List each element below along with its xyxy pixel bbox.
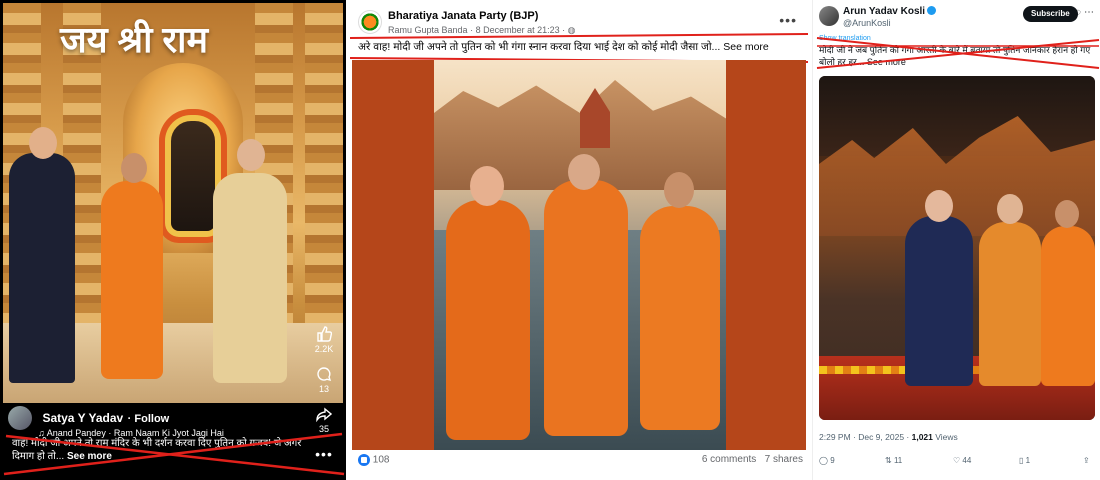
comments-link[interactable]: 6 comments — [702, 454, 756, 465]
views-count: 1,021 — [911, 432, 933, 442]
share-count: 35 — [318, 424, 329, 434]
globe-icon: · ◍ — [562, 25, 576, 35]
bookmark-icon: ▯ — [1019, 456, 1026, 465]
figure-dark-suit — [9, 153, 75, 383]
post-image[interactable] — [819, 76, 1095, 420]
facebook-post-panel: Bharatiya Janata Party (BJP) Ramu Gupta … — [348, 0, 810, 480]
grok-icon[interactable]: ◌ — [1075, 7, 1084, 18]
idol — [171, 121, 215, 231]
see-more-link[interactable]: See more — [867, 57, 906, 67]
like-button[interactable]: 2.2K — [306, 326, 342, 354]
figure-saffron-jacket — [979, 222, 1041, 386]
verified-badge-icon — [927, 6, 937, 15]
more-icon: ••• — [315, 446, 333, 462]
post-timestamp[interactable]: 8 December at 21:23 — [476, 25, 560, 35]
post-media[interactable] — [352, 60, 806, 450]
x-post-panel: Arun Yadav Kosli @ArunKosli Subscribe ◌⋯… — [812, 0, 1100, 480]
follow-button[interactable]: Follow — [134, 413, 169, 425]
repost-button[interactable]: ⇅ 11 — [885, 456, 902, 465]
figure-cream-kurta — [213, 173, 287, 383]
share-button[interactable]: 35 — [306, 406, 342, 434]
comment-icon — [317, 367, 332, 382]
figure-right — [640, 206, 720, 430]
figure-saffron — [101, 181, 163, 379]
post-header: Bharatiya Janata Party (BJP) Ramu Gupta … — [358, 8, 803, 38]
reel-panel: जय श्री राम 2.2K 13 35 ••• Satya Y Yadav… — [0, 0, 346, 480]
heart-icon: ♡ — [953, 456, 963, 465]
subscribe-button[interactable]: Subscribe — [1023, 6, 1078, 22]
like-reaction-icon — [358, 454, 370, 466]
page-name[interactable]: Bharatiya Janata Party (BJP) — [388, 10, 538, 22]
post-text: मोदी जी ने जब पुतिन को गंगा आरती के बारे… — [819, 45, 1091, 67]
figure-center — [544, 180, 628, 436]
user-handle[interactable]: @ArunKosli — [843, 18, 891, 28]
header-actions: ◌⋯ — [1075, 7, 1097, 18]
post-image — [434, 60, 726, 450]
share-icon: ⇪ — [1083, 456, 1090, 465]
reel-photo — [3, 3, 343, 403]
post-timestamp: 2:29 PM · Dec 9, 2025 · 1,021 Views — [819, 432, 958, 442]
like-count: 2.2K — [314, 344, 334, 354]
reel-meta: Satya Y Yadav · Follow ♫ Anand Pandey · … — [8, 406, 308, 438]
figure-left — [446, 200, 530, 440]
caption-text: वाह! मोदी जी अपने तो राम मंदिर के भी दर्… — [12, 438, 302, 462]
reply-icon: ◯ — [819, 456, 831, 465]
show-translation-link[interactable]: Show translation — [819, 35, 871, 42]
post-byline: Ramu Gupta Banda · 8 December at 21:23 ·… — [388, 25, 576, 35]
post-options-button[interactable]: ••• — [779, 12, 797, 28]
post-actions: ◯ 9 ⇅ 11 ♡ 44 ▯ 1 ⇪ — [819, 456, 1095, 470]
like-button[interactable]: ♡ 44 — [953, 456, 971, 465]
reaction-count[interactable]: 108 — [373, 455, 390, 466]
repost-icon: ⇅ — [885, 456, 894, 465]
see-more-link[interactable]: See more — [723, 41, 769, 53]
thumbs-up-icon — [317, 326, 332, 342]
share-button[interactable]: ⇪ — [1083, 456, 1090, 465]
avatar[interactable] — [819, 6, 839, 26]
display-name[interactable]: Arun Yadav Kosli — [843, 6, 937, 17]
shares-link[interactable]: 7 shares — [765, 454, 803, 465]
post-text: अरे वाह! मोदी जी अपने तो पुतिन को भी गंग… — [358, 41, 721, 53]
bookmark-count: 1 — [1025, 456, 1031, 465]
post-text-block: अरे वाह! मोदी जी अपने तो पुतिन को भी गंग… — [358, 40, 798, 54]
more-options-button[interactable]: ••• — [306, 446, 342, 462]
reel-caption: वाह! मोदी जी अपने तो राम मंदिर के भी दर्… — [12, 437, 302, 463]
bookmark-button[interactable]: ▯ 1 — [1019, 456, 1030, 465]
share-icon — [316, 407, 332, 422]
reply-button[interactable]: ◯ 9 — [819, 456, 835, 465]
page-avatar[interactable] — [358, 10, 382, 34]
author-name[interactable]: Satya Y Yadav — [42, 411, 123, 425]
post-text-block: मोदी जी ने जब पुतिन को गंगा आरती के बारे… — [819, 44, 1095, 68]
post-footer: 108 6 comments 7 shares — [358, 454, 803, 474]
figure-saffron-robe — [1041, 226, 1095, 386]
comment-button[interactable]: 13 — [306, 366, 342, 394]
repost-count: 11 — [893, 456, 903, 465]
like-count: 44 — [962, 456, 972, 465]
overlay-title: जय श्री राम — [60, 19, 208, 60]
see-more-link[interactable]: See more — [67, 451, 112, 462]
time-text[interactable]: 2:29 PM · Dec 9, 2025 · — [819, 432, 912, 442]
avatar[interactable] — [8, 406, 32, 430]
reply-count: 9 — [830, 456, 835, 465]
display-name-text: Arun Yadav Kosli — [843, 6, 926, 17]
post-author[interactable]: Ramu Gupta Banda — [388, 25, 468, 35]
views-label: Views — [932, 432, 958, 442]
comment-count: 13 — [318, 384, 329, 394]
figure-navy-suit — [905, 216, 973, 386]
more-icon[interactable]: ⋯ — [1084, 7, 1097, 18]
